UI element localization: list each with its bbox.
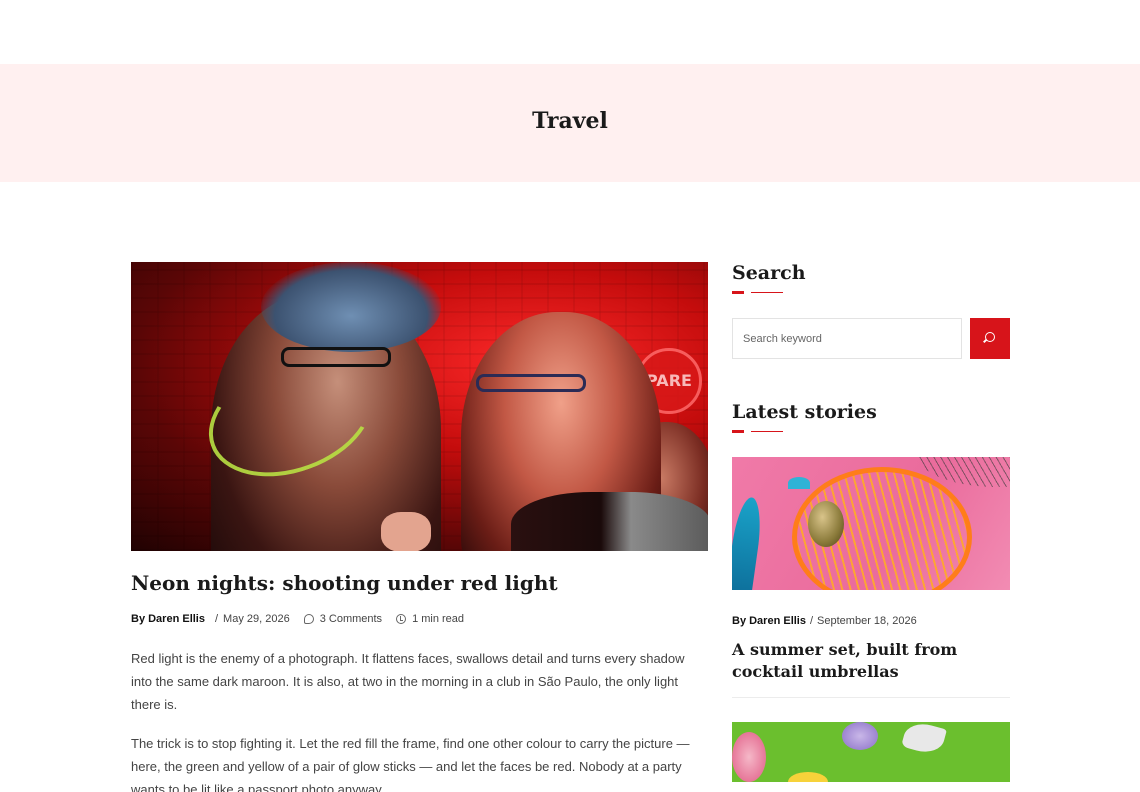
meta-separator: / bbox=[214, 613, 219, 625]
search-button[interactable] bbox=[970, 318, 1010, 359]
post-paragraph-1: Red light is the enemy of a photograph. … bbox=[131, 651, 685, 712]
post-date[interactable]: May 29, 2026 bbox=[223, 613, 290, 625]
thumb-egg-purple bbox=[842, 722, 878, 750]
post-title[interactable]: Neon nights: shooting under red light bbox=[131, 571, 708, 595]
sidebar: Search Latest stories By Daren Ellis / S… bbox=[732, 262, 1010, 782]
story-meta-separator: / bbox=[809, 615, 814, 627]
story-author[interactable]: By Daren Ellis bbox=[732, 615, 806, 627]
thumb-egg-yellow bbox=[788, 772, 828, 782]
thumb-umbrella bbox=[788, 477, 810, 489]
hero-glasses-right bbox=[476, 374, 586, 392]
title-underline bbox=[732, 430, 792, 433]
search-input[interactable] bbox=[732, 318, 962, 359]
story-title[interactable]: A summer set, built from cocktail umbrel… bbox=[732, 639, 1010, 683]
story-date[interactable]: September 18, 2026 bbox=[817, 615, 917, 627]
thumb-coconut bbox=[808, 501, 844, 547]
latest-stories-widget: Latest stories By Daren Ellis / Septembe… bbox=[732, 401, 1010, 782]
post: PARE Neon nights: shooting under red lig… bbox=[131, 262, 708, 792]
post-featured-image[interactable]: PARE bbox=[131, 262, 708, 551]
search-form bbox=[732, 318, 1010, 359]
story-thumbnail-2[interactable] bbox=[732, 722, 1010, 782]
post-meta: By Daren Ellis / May 29, 2026 3 Comments… bbox=[131, 611, 708, 627]
post-paragraph-2: The trick is to stop fighting it. Let th… bbox=[131, 736, 690, 792]
title-underline bbox=[732, 291, 792, 294]
top-bar bbox=[0, 0, 1140, 64]
hero-shirt bbox=[511, 492, 708, 551]
story-meta: By Daren Ellis / September 18, 2026 bbox=[732, 614, 1010, 628]
search-widget: Search bbox=[732, 262, 1010, 359]
post-author[interactable]: By Daren Ellis bbox=[131, 613, 205, 625]
thumb-leaf bbox=[732, 495, 765, 590]
story-thumbnail[interactable] bbox=[732, 457, 1010, 590]
story-divider bbox=[732, 697, 1010, 698]
page-title: Travel bbox=[532, 108, 608, 134]
hero-hair bbox=[261, 262, 441, 352]
hero-hand bbox=[381, 512, 431, 551]
search-widget-title: Search bbox=[732, 262, 806, 284]
thumb-egg-pink bbox=[732, 732, 766, 782]
search-icon bbox=[985, 332, 995, 342]
post-comments[interactable]: 3 Comments bbox=[320, 613, 382, 625]
comment-icon bbox=[303, 614, 314, 624]
latest-stories-title: Latest stories bbox=[732, 401, 877, 423]
post-read-time: 1 min read bbox=[412, 613, 465, 625]
clock-icon bbox=[396, 614, 407, 624]
thumb-eggshell bbox=[901, 722, 947, 757]
page-header: Travel bbox=[0, 64, 1140, 182]
